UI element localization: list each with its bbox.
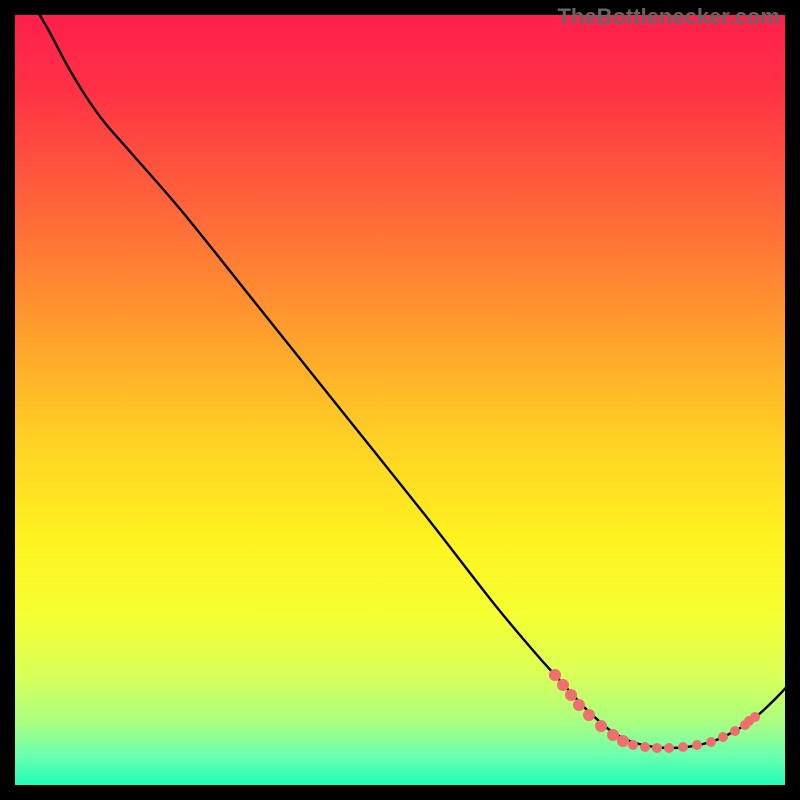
plot-area bbox=[15, 15, 785, 785]
chart-frame: TheBottlenecker.com bbox=[0, 0, 800, 800]
highlight-dot bbox=[607, 729, 619, 741]
highlight-dot bbox=[628, 740, 638, 750]
highlight-dot bbox=[744, 716, 754, 726]
highlight-dot bbox=[565, 689, 577, 701]
gradient-background bbox=[15, 15, 785, 785]
highlight-dot bbox=[718, 732, 728, 742]
watermark-text: TheBottlenecker.com bbox=[557, 4, 780, 30]
highlight-dot bbox=[617, 735, 629, 747]
highlight-dot bbox=[730, 726, 740, 736]
highlight-dot bbox=[664, 743, 674, 753]
highlight-dot bbox=[549, 669, 561, 681]
highlight-dot bbox=[595, 720, 607, 732]
highlight-dot bbox=[692, 740, 702, 750]
highlight-dot bbox=[573, 699, 585, 711]
highlight-dot bbox=[557, 679, 569, 691]
highlight-dot bbox=[583, 709, 595, 721]
highlight-dot bbox=[652, 743, 662, 753]
chart-svg bbox=[15, 15, 785, 785]
highlight-dot bbox=[678, 742, 688, 752]
highlight-dot bbox=[706, 737, 716, 747]
highlight-dot bbox=[640, 742, 650, 752]
